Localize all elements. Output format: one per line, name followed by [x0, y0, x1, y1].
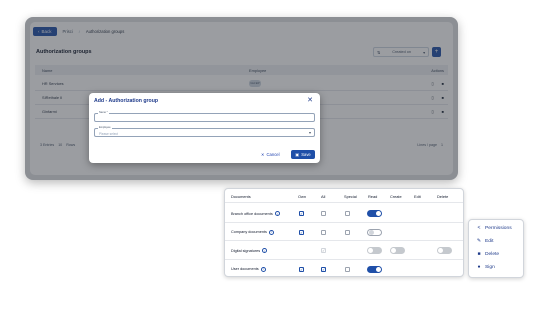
permissions-header: Documents Own All Special Read Create Ed… [225, 189, 463, 203]
save-button[interactable]: ▣ Save [291, 150, 315, 159]
permission-row: Digital signatures i ✓ [225, 241, 463, 260]
cancel-button[interactable]: ✕ Cancel [261, 152, 280, 157]
col-create: Create [390, 194, 402, 199]
special-checkbox[interactable] [345, 211, 350, 216]
name-field[interactable]: Name * [94, 111, 315, 122]
permissions-table: Documents Own All Special Read Create Ed… [224, 188, 464, 277]
permission-row: Branch office documents i ✓ [225, 204, 463, 223]
col-special: Special [344, 194, 357, 199]
info-icon[interactable]: i [274, 211, 280, 216]
employee-label: Employee [98, 126, 112, 129]
stage: ‹ Back Prisci / Authorization groups Aut… [0, 0, 550, 309]
special-checkbox[interactable] [345, 266, 350, 272]
row-label: User documents [231, 267, 259, 271]
col-edit: Edit [414, 194, 421, 199]
share-icon: < [477, 225, 481, 231]
add-authorization-group-dialog: Add - Authorization group ✕ Name * Emplo… [89, 93, 320, 163]
info-icon[interactable]: i [260, 266, 266, 272]
sign-icon: ● [477, 264, 481, 270]
menu-item-permissions[interactable]: < Permissions [476, 225, 512, 231]
info-icon[interactable]: i [268, 229, 274, 235]
trash-icon: ■ [477, 251, 481, 257]
pencil-icon: ✎ [476, 238, 482, 244]
menu-label: Delete [485, 251, 500, 257]
menu-label: Sign [485, 264, 495, 270]
own-checkbox[interactable]: ✓ [299, 266, 304, 272]
save-label: Save [301, 152, 311, 157]
menu-item-sign[interactable]: ● Sign [476, 264, 495, 270]
read-toggle[interactable] [367, 210, 382, 217]
all-checkbox[interactable] [321, 229, 326, 235]
create-toggle[interactable] [390, 247, 405, 254]
employee-placeholder: Please select [99, 131, 118, 136]
read-toggle[interactable] [367, 247, 382, 254]
row-label: Digital signatures [231, 248, 261, 253]
menu-item-delete[interactable]: ■ Delete [476, 251, 499, 257]
row-label: Branch office documents [231, 211, 273, 216]
col-own: Own [298, 194, 306, 199]
cancel-label: Cancel [266, 152, 280, 157]
dialog-title: Add - Authorization group [94, 98, 159, 104]
all-checkbox[interactable]: ✓ [321, 266, 326, 272]
employee-select[interactable]: Employee Please select ▾ [94, 126, 315, 137]
col-delete: Delete [437, 194, 449, 199]
close-icon[interactable]: ✕ [307, 96, 313, 104]
col-all: All [321, 194, 326, 199]
own-checkbox[interactable]: ✓ [299, 229, 304, 235]
info-icon[interactable]: i [262, 248, 268, 253]
permission-row: User documents i ✓ ✓ [225, 260, 463, 277]
read-toggle[interactable] [367, 265, 382, 273]
menu-item-edit[interactable]: ✎ Edit [476, 238, 494, 244]
col-documents: Documents [231, 194, 251, 199]
row-label: Company documents [231, 230, 267, 234]
save-icon: ▣ [295, 152, 300, 157]
read-toggle[interactable] [367, 228, 382, 236]
menu-label: Edit [485, 238, 494, 244]
col-read: Read [368, 194, 378, 199]
all-checkbox[interactable]: ✓ [321, 248, 326, 253]
row-context-menu: < Permissions ✎ Edit ■ Delete ● Sign [468, 219, 524, 278]
name-label: Name * [98, 111, 109, 114]
permission-row: Company documents i ✓ [225, 223, 463, 241]
own-checkbox[interactable]: ✓ [299, 211, 304, 216]
chevron-down-icon: ▾ [308, 130, 311, 135]
special-checkbox[interactable] [345, 229, 350, 235]
close-icon: ✕ [261, 152, 265, 157]
all-checkbox[interactable] [321, 211, 326, 216]
menu-label: Permissions [485, 225, 512, 231]
delete-toggle[interactable] [437, 247, 452, 254]
